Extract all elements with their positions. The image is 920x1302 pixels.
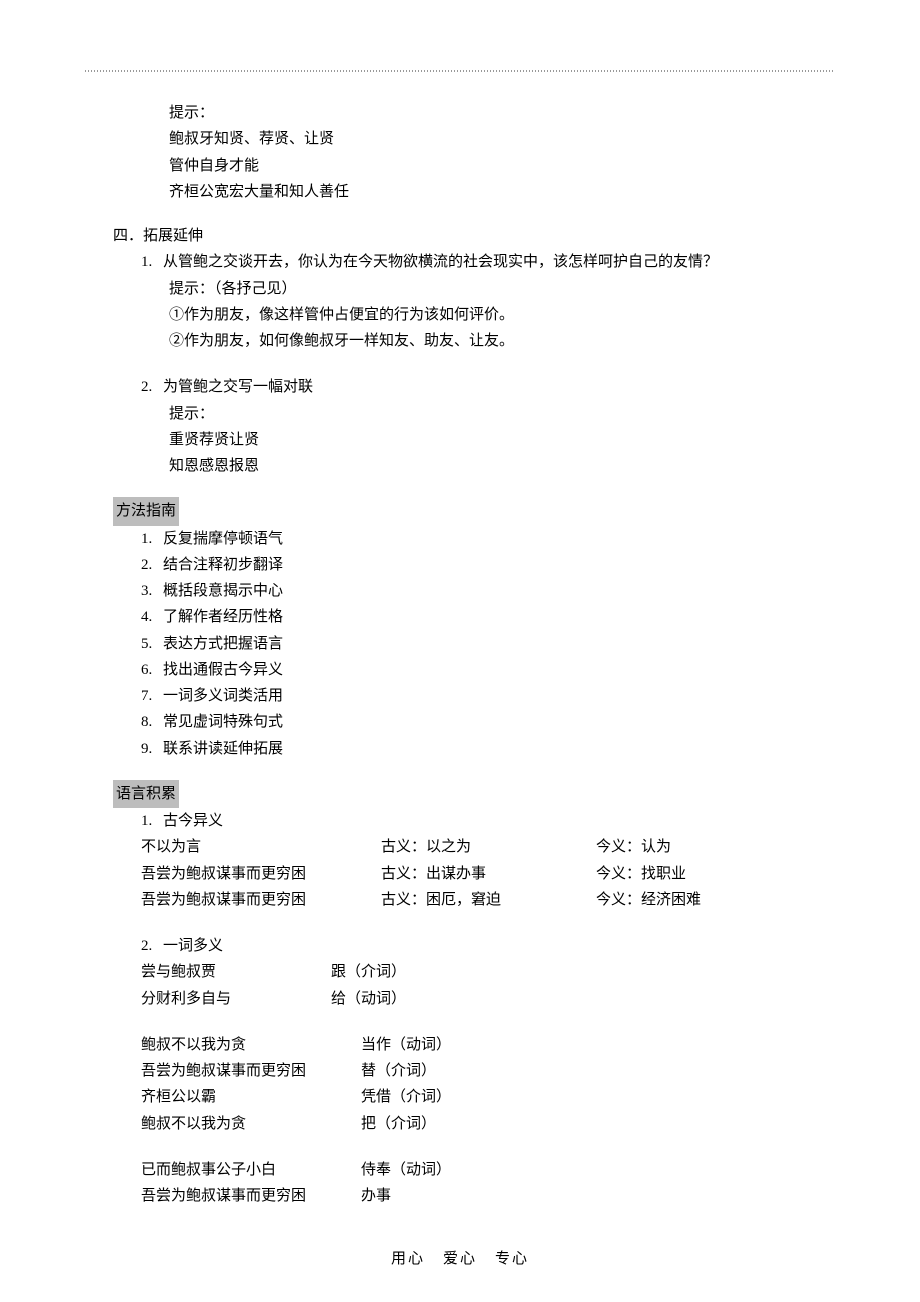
item-text: 结合注释初步翻译 (163, 552, 283, 578)
method-item: 7.一词多义词类活用 (141, 683, 835, 709)
item-text: 了解作者经历性格 (163, 604, 283, 630)
method-item: 9.联系讲读延伸拓展 (141, 736, 835, 762)
item-number: 2. (141, 933, 163, 959)
language-heading: 语言积累 (113, 780, 179, 808)
new-meaning: 今义：经济困难 (596, 887, 835, 913)
polysemy-row: 鲍叔不以我为贪 把（介词） (141, 1111, 835, 1137)
old-meaning: 古义：出谋办事 (381, 861, 596, 887)
hints-line: 管仲自身才能 (169, 153, 835, 179)
polysemy-row: 分财利多自与 给（动词） (141, 986, 835, 1012)
item-text: 为管鲍之交写一幅对联 (163, 374, 313, 400)
couplet-line: 知恩感恩报恩 (169, 453, 835, 479)
item-number: 1. (141, 808, 163, 834)
method-item: 1.反复揣摩停顿语气 (141, 526, 835, 552)
phrase: 鲍叔不以我为贪 (141, 1032, 361, 1058)
method-item: 4.了解作者经历性格 (141, 604, 835, 630)
item-text: 联系讲读延伸拓展 (163, 736, 283, 762)
item-number: 2. (141, 374, 163, 400)
footer-word: 专心 (495, 1251, 529, 1267)
item-number: 8. (141, 709, 163, 735)
item-number: 1. (141, 249, 163, 275)
ancient-modern-row: 不以为言 古义：以之为 今义：认为 (141, 834, 835, 860)
footer-word: 爱心 (443, 1251, 477, 1267)
ancient-modern-row: 吾尝为鲍叔谋事而更穷困 古义：困厄，窘迫 今义：经济困难 (141, 887, 835, 913)
phrase: 吾尝为鲍叔谋事而更穷困 (141, 861, 381, 887)
item-text: 找出通假古今异义 (163, 657, 283, 683)
section-4-title: 四．拓展延伸 (113, 223, 835, 249)
phrase: 已而鲍叔事公子小白 (141, 1157, 361, 1183)
new-meaning: 今义：认为 (596, 834, 835, 860)
phrase: 吾尝为鲍叔谋事而更穷困 (141, 1058, 361, 1084)
polysemy-row: 齐桓公以霸 凭借（介词） (141, 1084, 835, 1110)
language-part-2: 2. 一词多义 (141, 933, 835, 959)
item-text: 表达方式把握语言 (163, 631, 283, 657)
method-item: 6.找出通假古今异义 (141, 657, 835, 683)
item-number: 7. (141, 683, 163, 709)
old-meaning: 古义：以之为 (381, 834, 596, 860)
phrase: 尝与鲍叔贾 (141, 959, 331, 985)
new-meaning: 今义：找职业 (596, 861, 835, 887)
item-text: 一词多义词类活用 (163, 683, 283, 709)
item-text: 概括段意揭示中心 (163, 578, 283, 604)
polysemy-row: 吾尝为鲍叔谋事而更穷困 替（介词） (141, 1058, 835, 1084)
meaning: 当作（动词） (361, 1032, 451, 1058)
footer-word: 用心 (391, 1251, 425, 1267)
item-number: 1. (141, 526, 163, 552)
item-number: 2. (141, 552, 163, 578)
section-4-item-1: 1. 从管鲍之交谈开去，你认为在今天物欲横流的社会现实中，该怎样呵护自己的友情？ (141, 249, 835, 275)
couplet-line: 重贤荐贤让贤 (169, 427, 835, 453)
item-number: 6. (141, 657, 163, 683)
sub-point: ①作为朋友，像这样管仲占便宜的行为该如何评价。 (169, 302, 835, 328)
method-heading: 方法指南 (113, 497, 179, 525)
meaning: 替（介词） (361, 1058, 436, 1084)
method-item: 3.概括段意揭示中心 (141, 578, 835, 604)
method-item: 2.结合注释初步翻译 (141, 552, 835, 578)
meaning: 给（动词） (331, 986, 406, 1012)
polysemy-row: 鲍叔不以我为贪 当作（动词） (141, 1032, 835, 1058)
item-number: 9. (141, 736, 163, 762)
item-text: 古今异义 (163, 808, 223, 834)
phrase: 吾尝为鲍叔谋事而更穷困 (141, 1183, 361, 1209)
hint-label: 提示：（各抒己见） (169, 276, 835, 302)
item-text: 常见虚词特殊句式 (163, 709, 283, 735)
hints-label: 提示： (169, 100, 835, 126)
sub-point: ②作为朋友，如何像鲍叔牙一样知友、助友、让友。 (169, 328, 835, 354)
phrase: 分财利多自与 (141, 986, 331, 1012)
language-part-1: 1. 古今异义 (141, 808, 835, 834)
meaning: 办事 (361, 1183, 391, 1209)
meaning: 凭借（介词） (361, 1084, 451, 1110)
item-number: 4. (141, 604, 163, 630)
hint-label: 提示： (169, 401, 835, 427)
polysemy-row: 吾尝为鲍叔谋事而更穷困 办事 (141, 1183, 835, 1209)
phrase: 鲍叔不以我为贪 (141, 1111, 361, 1137)
meaning: 把（介词） (361, 1111, 436, 1137)
polysemy-row: 已而鲍叔事公子小白 侍奉（动词） (141, 1157, 835, 1183)
page-footer: 用心 爱心 专心 (0, 1246, 920, 1272)
ancient-modern-row: 吾尝为鲍叔谋事而更穷困 古义：出谋办事 今义：找职业 (141, 861, 835, 887)
hints-block: 提示： 鲍叔牙知贤、荐贤、让贤 管仲自身才能 齐桓公宽宏大量和知人善任 (169, 100, 835, 205)
item-text: 一词多义 (163, 933, 223, 959)
method-list: 1.反复揣摩停顿语气 2.结合注释初步翻译 3.概括段意揭示中心 4.了解作者经… (141, 526, 835, 762)
phrase: 不以为言 (141, 834, 381, 860)
phrase: 齐桓公以霸 (141, 1084, 361, 1110)
phrase: 吾尝为鲍叔谋事而更穷困 (141, 887, 381, 913)
item-text: 从管鲍之交谈开去，你认为在今天物欲横流的社会现实中，该怎样呵护自己的友情？ (163, 249, 718, 275)
method-item: 5.表达方式把握语言 (141, 631, 835, 657)
top-rule (85, 70, 835, 72)
item-number: 5. (141, 631, 163, 657)
polysemy-row: 尝与鲍叔贾 跟（介词） (141, 959, 835, 985)
meaning: 侍奉（动词） (361, 1157, 451, 1183)
method-item: 8.常见虚词特殊句式 (141, 709, 835, 735)
old-meaning: 古义：困厄，窘迫 (381, 887, 596, 913)
hints-line: 齐桓公宽宏大量和知人善任 (169, 179, 835, 205)
item-text: 反复揣摩停顿语气 (163, 526, 283, 552)
section-4-item-2: 2. 为管鲍之交写一幅对联 (141, 374, 835, 400)
item-number: 3. (141, 578, 163, 604)
hints-line: 鲍叔牙知贤、荐贤、让贤 (169, 126, 835, 152)
meaning: 跟（介词） (331, 959, 406, 985)
